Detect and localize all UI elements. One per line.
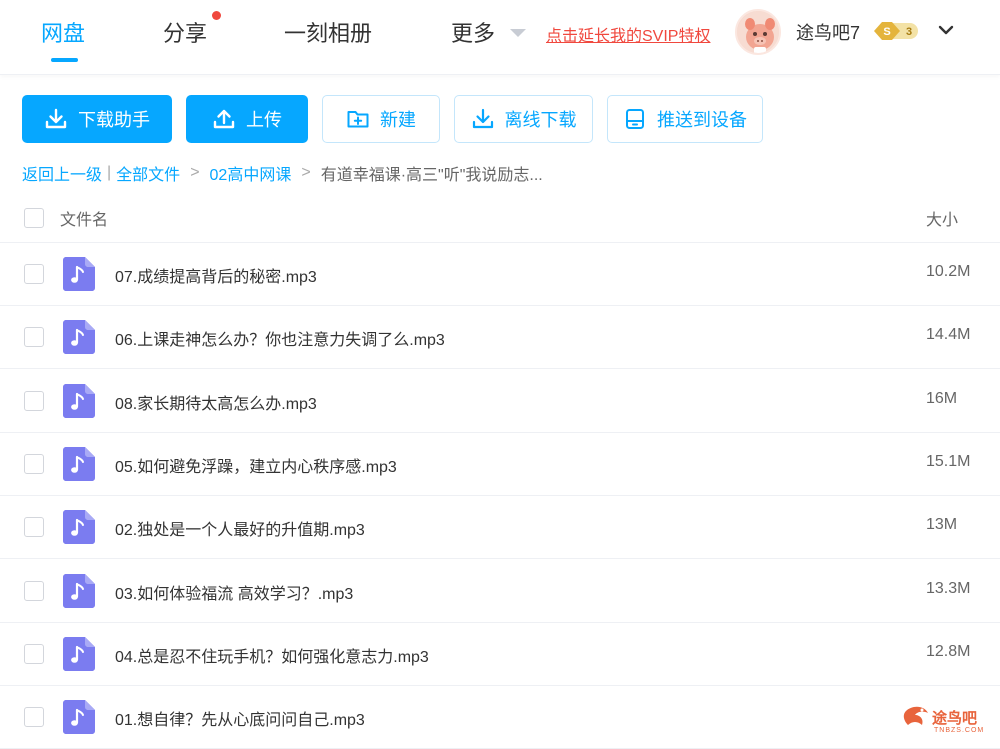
- nav-tab-more[interactable]: 更多: [451, 16, 495, 48]
- file-list-header: 文件名 大小: [0, 195, 1000, 243]
- new-folder-icon: [347, 111, 369, 128]
- push-to-device-label: 推送到设备: [657, 110, 747, 130]
- bird-logo-icon: [903, 706, 928, 725]
- row-checkbox[interactable]: [24, 707, 44, 728]
- watermark-subtext: TNBZS.COM: [934, 727, 985, 734]
- file-row[interactable]: 05.如何避免浮躁，建立内心秩序感.mp3 15.1M: [0, 433, 1000, 496]
- breadcrumb-divider: |: [107, 164, 112, 181]
- nav-tab-share[interactable]: 分享: [163, 16, 207, 48]
- file-row[interactable]: 02.独处是一个人最好的升值期.mp3 13M: [0, 496, 1000, 560]
- file-size: 14.4M: [926, 326, 971, 344]
- audio-file-icon: [63, 573, 95, 608]
- file-name[interactable]: 07.成绩提高背后的秘密.mp3: [115, 263, 317, 287]
- active-tab-indicator: [51, 58, 78, 62]
- file-name[interactable]: 06.上课走神怎么办？你也注意力失调了么.mp3: [115, 326, 445, 350]
- audio-file-icon: [63, 636, 95, 671]
- new-folder-button[interactable]: 新建: [322, 95, 440, 143]
- file-row[interactable]: 07.成绩提高背后的秘密.mp3 10.2M: [0, 243, 1000, 306]
- svip-level-number: 3: [906, 26, 912, 38]
- breadcrumb-back-link[interactable]: 返回上一级: [22, 161, 102, 185]
- upload-button[interactable]: 上传: [186, 95, 308, 143]
- top-nav: 网盘 分享 一刻相册 更多 点击延长我的SVIP特权 途鸟吧7 S 3: [0, 0, 1000, 75]
- file-size: 12.8M: [926, 642, 971, 660]
- download-icon: [45, 108, 67, 129]
- row-checkbox[interactable]: [24, 453, 44, 474]
- file-row[interactable]: 08.家长期待太高怎么办.mp3 16M: [0, 370, 1000, 433]
- file-size: 13.3M: [926, 579, 971, 597]
- file-size: 13M: [926, 516, 958, 534]
- site-watermark: 途鸟吧 TNBZS.COM: [902, 703, 997, 739]
- notification-dot: [212, 11, 221, 20]
- column-header-size[interactable]: 大小: [926, 206, 958, 230]
- breadcrumb-folder-link[interactable]: 02高中网课: [210, 161, 292, 185]
- audio-file-icon: [63, 700, 95, 735]
- nav-tab-album[interactable]: 一刻相册: [284, 16, 372, 48]
- breadcrumb-all-files-link[interactable]: 全部文件: [116, 161, 180, 185]
- offline-download-icon: [472, 108, 493, 129]
- file-name[interactable]: 08.家长期待太高怎么办.mp3: [115, 390, 317, 414]
- row-checkbox[interactable]: [24, 327, 44, 348]
- column-header-name[interactable]: 文件名: [60, 206, 108, 230]
- audio-file-icon: [63, 383, 95, 418]
- username[interactable]: 途鸟吧7: [796, 19, 860, 45]
- row-checkbox[interactable]: [24, 643, 44, 664]
- upload-label: 上传: [246, 110, 282, 130]
- upload-icon: [213, 109, 235, 129]
- avatar[interactable]: [735, 9, 781, 55]
- push-to-device-button[interactable]: 推送到设备: [607, 95, 763, 143]
- file-row[interactable]: 06.上课走神怎么办？你也注意力失调了么.mp3 14.4M: [0, 306, 1000, 370]
- file-row[interactable]: 03.如何体验福流 高效学习？.mp3 13.3M: [0, 560, 1000, 623]
- audio-file-icon: [63, 510, 95, 545]
- svip-renew-link[interactable]: 点击延长我的SVIP特权: [546, 22, 710, 46]
- nav-tab-netdisk[interactable]: 网盘: [41, 16, 85, 48]
- chevron-down-icon[interactable]: [936, 20, 956, 40]
- audio-file-icon: [63, 257, 95, 291]
- breadcrumb-current-folder: 有道幸福课·高三"听"我说励志...: [320, 167, 543, 184]
- breadcrumb-separator: >: [190, 164, 200, 181]
- file-name[interactable]: 05.如何避免浮躁，建立内心秩序感.mp3: [115, 453, 397, 477]
- file-name[interactable]: 03.如何体验福流 高效学习？.mp3: [115, 580, 353, 604]
- file-name[interactable]: 02.独处是一个人最好的升值期.mp3: [115, 516, 365, 540]
- offline-download-button[interactable]: 离线下载: [454, 95, 593, 143]
- row-checkbox[interactable]: [24, 517, 44, 538]
- file-size: 16M: [926, 389, 958, 407]
- row-checkbox[interactable]: [24, 390, 44, 411]
- audio-file-icon: [63, 320, 95, 355]
- svip-level-badge: S 3: [874, 22, 918, 40]
- file-row[interactable]: 04.总是忍不住玩手机？如何强化意志力.mp3 12.8M: [0, 623, 1000, 686]
- file-name[interactable]: 01.想自律？先从心底问问自己.mp3: [115, 706, 365, 730]
- row-checkbox[interactable]: [24, 264, 44, 284]
- svip-letter: S: [883, 26, 890, 38]
- breadcrumb: 返回上一级 | 全部文件 > 02高中网课 > 有道幸福课·高三"听"我说励志.…: [22, 161, 543, 185]
- avatar-pig-icon: [737, 11, 779, 53]
- download-helper-label: 下载助手: [78, 110, 150, 130]
- device-icon: [626, 109, 644, 129]
- file-name[interactable]: 04.总是忍不住玩手机？如何强化意志力.mp3: [115, 643, 429, 667]
- file-size: 10.2M: [926, 263, 971, 280]
- watermark-text: 途鸟吧: [932, 710, 978, 727]
- more-dropdown-icon[interactable]: [510, 29, 526, 37]
- breadcrumb-separator: >: [301, 164, 311, 181]
- offline-download-label: 离线下载: [504, 110, 577, 130]
- download-helper-button[interactable]: 下载助手: [22, 95, 172, 143]
- row-checkbox[interactable]: [24, 580, 44, 601]
- audio-file-icon: [63, 446, 95, 481]
- new-folder-label: 新建: [380, 110, 416, 130]
- select-all-checkbox[interactable]: [24, 208, 44, 228]
- file-size: 15.1M: [926, 452, 971, 470]
